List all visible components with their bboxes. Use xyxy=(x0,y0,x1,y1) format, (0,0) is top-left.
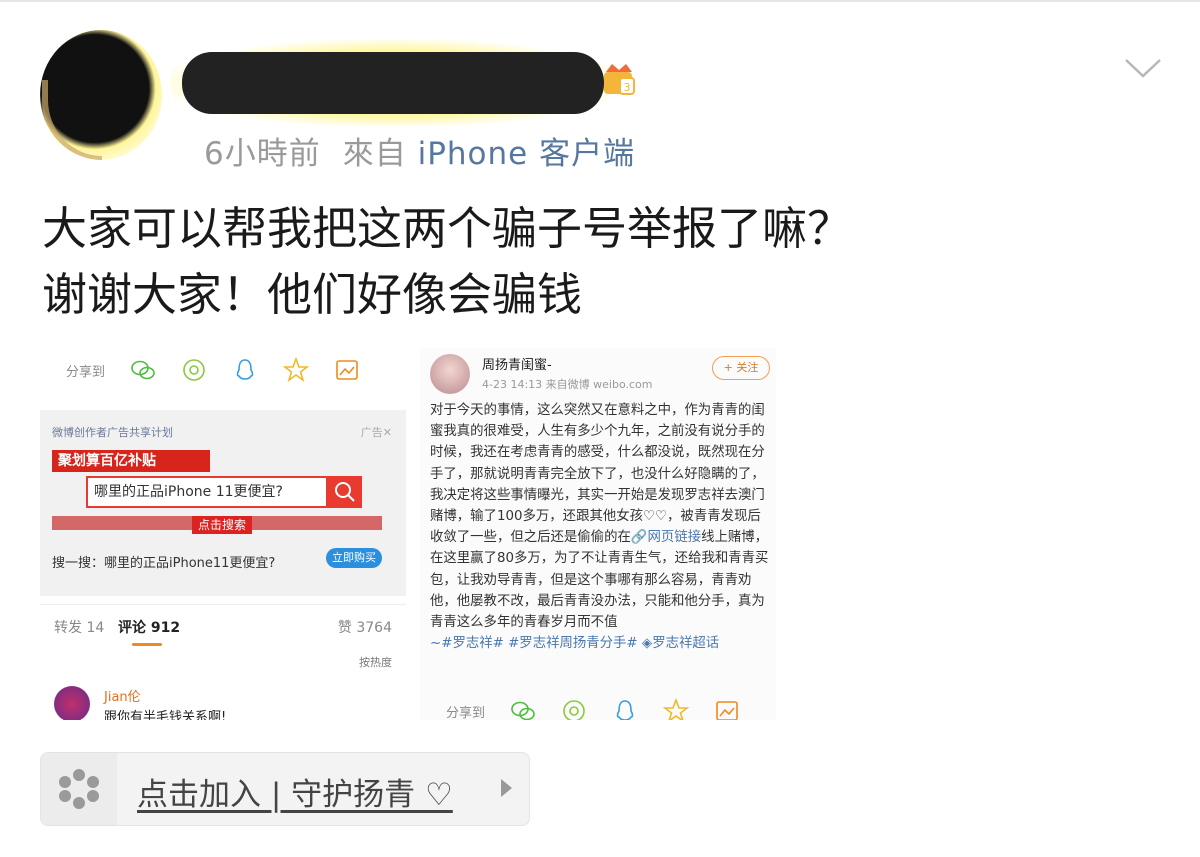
sort-by-heat[interactable]: 按热度 xyxy=(359,654,392,670)
share-label: 分享到 xyxy=(446,705,486,721)
redacted-username[interactable] xyxy=(182,52,604,114)
post-text-line: 大家可以帮我把这两个骗子号举报了嘛？ xyxy=(42,202,853,255)
svg-text:3: 3 xyxy=(624,81,631,94)
top-divider xyxy=(0,0,1200,2)
quoted-post-body: 对于今天的事情，这么突然又在意料之中，作为青青的闺蜜我真的很难受，人生有多少个九… xyxy=(430,400,774,654)
tab-comment[interactable]: 评论 912 xyxy=(118,617,180,637)
comment-text: 跟你有半毛钱关系啊! xyxy=(104,710,227,720)
wechat-icon[interactable] xyxy=(510,698,536,720)
post-time: 6小時前 xyxy=(204,136,321,172)
tab-like[interactable]: 赞 3764 xyxy=(338,617,392,637)
post-timestamp: 4-23 14:13 来自微博 weibo.com xyxy=(482,378,653,391)
follow-button[interactable]: + 关注 xyxy=(712,356,770,380)
chevron-down-icon[interactable] xyxy=(1124,56,1162,80)
share-row: 分享到 xyxy=(40,348,406,392)
attached-screenshot-left[interactable]: 分享到 微博创作者广告共享计划 广告✕ 聚划算百亿补贴 哪里的正品iPhone … xyxy=(40,348,406,720)
post-text: 大家可以帮我把这两个骗子号举报了嘛？ 谢谢大家！他们好像会骗钱 xyxy=(42,196,1042,328)
author-name[interactable]: 周扬青闺蜜- xyxy=(482,354,552,373)
topic-join-link[interactable]: 点击加入 | 守护扬青 ♡ xyxy=(137,769,453,814)
topic-icon-box xyxy=(41,753,117,825)
save-image-icon[interactable] xyxy=(714,698,740,720)
commenter-avatar[interactable] xyxy=(54,686,90,720)
moments-icon[interactable] xyxy=(561,698,587,720)
quoted-post-text: 对于今天的事情，这么突然又在意料之中，作为青青的闺蜜我真的很难受，人生有多少个九… xyxy=(430,403,765,546)
qq-icon[interactable] xyxy=(612,698,638,720)
tab-active-indicator xyxy=(132,643,162,646)
chevron-right-icon xyxy=(501,779,512,797)
author-avatar[interactable] xyxy=(430,354,470,394)
moments-icon[interactable] xyxy=(181,357,207,383)
ad-search-button[interactable] xyxy=(328,476,362,508)
post-source-app[interactable]: iPhone 客户端 xyxy=(418,136,636,172)
share-row: 分享到 xyxy=(420,696,776,720)
ad-search-input[interactable]: 哪里的正品iPhone 11更便宜? xyxy=(86,476,328,508)
search-icon xyxy=(335,482,355,502)
attached-screenshot-right[interactable]: 周扬青闺蜜- 4-23 14:13 来自微博 weibo.com + 关注 对于… xyxy=(420,348,776,720)
ad-buy-button[interactable]: 立即购买 xyxy=(326,548,382,568)
wechat-icon[interactable] xyxy=(130,357,156,383)
post-source-prefix: 來自 xyxy=(342,136,407,172)
ad-header: 微博创作者广告共享计划 xyxy=(52,426,173,439)
topic-join-bar[interactable]: 点击加入 | 守护扬青 ♡ xyxy=(40,752,530,826)
post-text-line: 谢谢大家！他们好像会骗钱 xyxy=(42,268,583,321)
comment-tabs: 转发 14 评论 912 赞 3764 xyxy=(40,604,406,648)
vip-crown-icon[interactable]: 3 xyxy=(600,60,638,98)
save-image-icon[interactable] xyxy=(334,357,360,383)
tab-repost[interactable]: 转发 14 xyxy=(54,617,104,637)
post-meta: 6小時前 來自 iPhone 客户端 xyxy=(204,128,635,173)
commenter-name[interactable]: Jian伦 xyxy=(104,686,141,705)
avatar-frame xyxy=(42,80,102,160)
topic-tags[interactable]: ~#罗志祥# #罗志祥周扬青分手# ◈罗志祥超话 xyxy=(430,633,774,654)
share-label: 分享到 xyxy=(66,364,106,380)
ad-banner[interactable]: 聚划算百亿补贴 xyxy=(52,450,210,472)
ad-subtitle: 搜一搜：哪里的正品iPhone11更便宜? xyxy=(52,556,276,571)
qq-icon[interactable] xyxy=(232,357,258,383)
web-link[interactable]: 🔗网页链接 xyxy=(631,530,701,545)
ad-close-button[interactable]: 广告✕ xyxy=(361,424,392,440)
qzone-star-icon[interactable] xyxy=(283,357,309,383)
ad-click-button[interactable]: 点击搜索 xyxy=(192,516,252,534)
pinwheel-icon xyxy=(59,769,99,809)
ad-card[interactable]: 微博创作者广告共享计划 广告✕ 聚划算百亿补贴 哪里的正品iPhone 11更便… xyxy=(40,410,406,596)
qzone-star-icon[interactable] xyxy=(663,698,689,720)
